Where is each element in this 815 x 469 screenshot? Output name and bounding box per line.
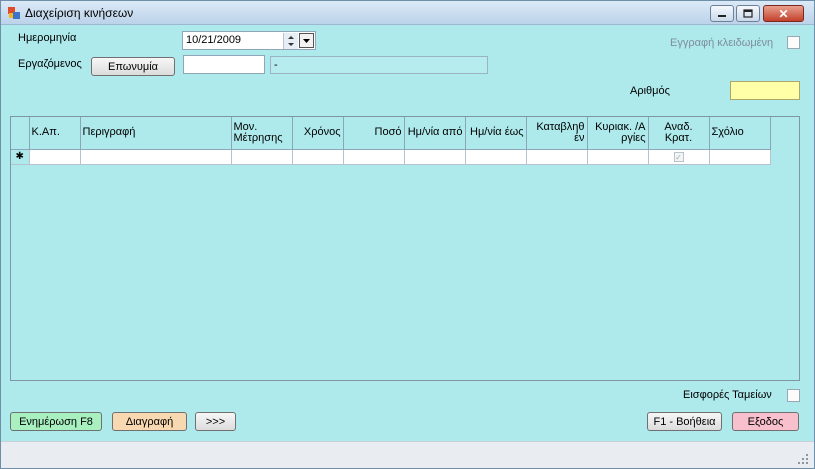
- new-row-cell-10[interactable]: ✓: [648, 149, 710, 165]
- date-value: 10/21/2009: [186, 34, 242, 46]
- new-row-cell-4[interactable]: [292, 149, 344, 165]
- column-header-9[interactable]: Κυριακ. /Α ργίες: [587, 117, 649, 150]
- delete-button[interactable]: Διαγραφή: [112, 412, 187, 431]
- locked-label: Εγγραφή κλειδωμένη: [670, 37, 774, 49]
- chevron-down-icon: [303, 39, 310, 43]
- employee-label: Εργαζόμενος: [18, 58, 82, 70]
- row-header-corner: [11, 117, 30, 150]
- minimize-button[interactable]: [710, 5, 734, 22]
- new-row-marker: ✱: [11, 149, 30, 165]
- date-picker[interactable]: 10/21/2009: [182, 31, 316, 50]
- date-label: Ημερομηνία: [18, 32, 77, 44]
- new-row-cell-7[interactable]: [465, 149, 527, 165]
- column-header-6[interactable]: Ημ/νία από: [404, 117, 466, 150]
- resize-grip-icon[interactable]: [798, 454, 808, 464]
- grid-table: Κ.Απ. Περιγραφή Μον. Μέτρησης Χρόνος Ποσό Ημ/…: [11, 117, 771, 165]
- new-row-cell-1[interactable]: [29, 149, 81, 165]
- new-row-cell-6[interactable]: [404, 149, 466, 165]
- spin-arrows-icon: [284, 33, 298, 49]
- locked-checkbox[interactable]: [787, 36, 800, 49]
- number-input[interactable]: [730, 81, 800, 100]
- column-header-3[interactable]: Μον. Μέτρησης: [231, 117, 293, 150]
- status-bar: [1, 441, 814, 468]
- number-label: Αριθμός: [630, 85, 670, 97]
- maximize-icon: [743, 9, 753, 18]
- more-button[interactable]: >>>: [195, 412, 236, 431]
- column-header-4[interactable]: Χρόνος: [292, 117, 344, 150]
- update-button[interactable]: Ενημέρωση F8: [10, 412, 102, 431]
- movements-grid[interactable]: Κ.Απ. Περιγραφή Μον. Μέτρησης Χρόνος Ποσό Ημ/…: [10, 116, 800, 381]
- column-header-7[interactable]: Ημ/νία έως: [465, 117, 527, 150]
- name-button[interactable]: Επωνυμία: [91, 57, 175, 76]
- date-spinner[interactable]: [283, 33, 298, 49]
- grid-new-row[interactable]: ✱ ✓: [11, 149, 771, 165]
- new-row-cell-8[interactable]: [526, 149, 588, 165]
- new-row-cell-2[interactable]: [80, 149, 232, 165]
- column-header-2[interactable]: Περιγραφή: [80, 117, 232, 150]
- funds-label: Εισφορές Ταμείων: [683, 389, 772, 401]
- new-row-cell-9[interactable]: [587, 149, 649, 165]
- date-dropdown-button[interactable]: [299, 33, 314, 48]
- column-header-8[interactable]: Καταβληθ έν: [526, 117, 588, 150]
- exit-button[interactable]: Εξοδος: [732, 412, 799, 431]
- app-icon: [8, 7, 20, 19]
- window-title: Διαχείριση κινήσεων: [25, 6, 134, 20]
- title-bar[interactable]: Διαχείριση κινήσεων ✕: [1, 1, 814, 25]
- maximize-button[interactable]: [736, 5, 760, 22]
- grid-header-row: Κ.Απ. Περιγραφή Μον. Μέτρησης Χρόνος Ποσό Ημ/…: [11, 117, 771, 150]
- funds-checkbox[interactable]: [787, 389, 800, 402]
- grid-checkbox[interactable]: ✓: [673, 151, 684, 162]
- main-window: Διαχείριση κινήσεων ✕ Ημερομηνία 10/21/2…: [0, 0, 815, 469]
- employee-code-input[interactable]: [183, 55, 265, 74]
- column-header-11[interactable]: Σχόλιο: [709, 117, 771, 150]
- new-row-cell-11[interactable]: [709, 149, 771, 165]
- close-icon: ✕: [778, 6, 789, 21]
- column-header-5[interactable]: Ποσό: [343, 117, 405, 150]
- new-row-cell-3[interactable]: [231, 149, 293, 165]
- help-button[interactable]: F1 - Βοήθεια: [647, 412, 722, 431]
- employee-name-field: -: [270, 56, 488, 74]
- column-header-1[interactable]: Κ.Απ.: [29, 117, 81, 150]
- new-row-cell-5[interactable]: [343, 149, 405, 165]
- minimize-icon: [718, 14, 726, 17]
- close-button[interactable]: ✕: [763, 5, 804, 22]
- column-header-10[interactable]: Αναδ. Κρατ.: [648, 117, 710, 150]
